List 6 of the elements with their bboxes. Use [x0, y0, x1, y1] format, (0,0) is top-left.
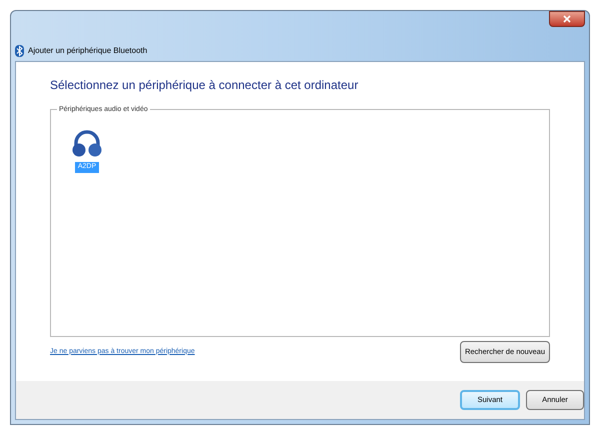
- window-title: Ajouter un périphérique Bluetooth: [28, 45, 148, 57]
- dialog-heading: Sélectionnez un périphérique à connecter à cet ordinateur: [50, 77, 360, 94]
- bluetooth-icon: [15, 45, 24, 57]
- close-icon: [563, 15, 571, 23]
- close-button[interactable]: [549, 11, 585, 27]
- headphones-icon: [71, 128, 103, 158]
